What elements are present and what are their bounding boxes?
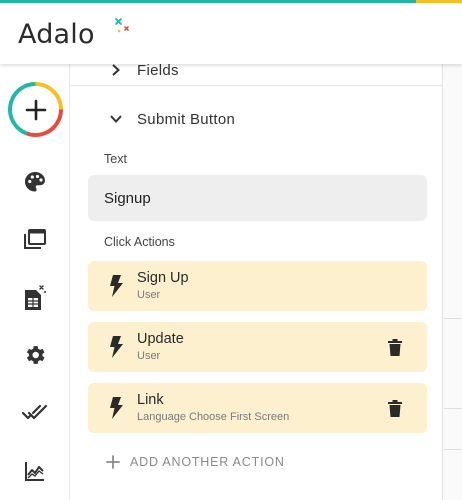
action-subtitle: Language Choose First Screen [137, 411, 290, 423]
add-button-inner [12, 86, 59, 133]
screens-icon [24, 229, 46, 249]
analytics-button[interactable] [21, 457, 49, 485]
submit-section-label: Submit Button [137, 110, 236, 128]
canvas-divider [444, 449, 462, 450]
component-properties-panel: Fields Submit Button Text Signup Click A… [71, 61, 443, 500]
database-icon [25, 285, 46, 310]
chevron-right-icon [112, 64, 120, 76]
trash-icon[interactable] [388, 400, 402, 417]
click-actions-label: Click Actions [104, 235, 175, 249]
action-card-sign-up[interactable]: Sign Up User [88, 261, 427, 311]
action-title: Sign Up [137, 270, 189, 286]
action-card-update[interactable]: Update User [88, 322, 427, 372]
fields-section-label: Fields [137, 61, 179, 79]
text-field-label: Text [104, 152, 127, 166]
left-rail [0, 64, 70, 500]
plus-icon [106, 455, 120, 469]
lightning-icon [110, 336, 123, 358]
action-card-link[interactable]: Link Language Choose First Screen [88, 383, 427, 433]
action-subtitle: User [137, 289, 161, 301]
submit-button-section-header[interactable]: Submit Button [71, 104, 443, 134]
publish-button[interactable] [21, 398, 49, 426]
app-header: Adalo [0, 3, 462, 64]
palette-icon [25, 172, 45, 192]
double-check-icon [22, 404, 48, 420]
gear-icon [26, 346, 45, 364]
database-button[interactable] [21, 284, 49, 312]
chevron-down-icon [110, 115, 122, 123]
section-divider [71, 85, 443, 86]
button-text-input[interactable]: Signup [88, 175, 427, 221]
add-action-label: ADD ANOTHER ACTION [130, 455, 285, 469]
settings-button[interactable] [21, 341, 49, 369]
canvas-divider [444, 318, 462, 319]
analytics-icon [25, 462, 44, 481]
branding-button[interactable] [21, 168, 49, 196]
lightning-icon [110, 397, 123, 419]
canvas-divider [444, 408, 462, 409]
add-component-button[interactable] [8, 82, 63, 137]
screens-button[interactable] [21, 225, 49, 253]
button-text-value: Signup [104, 189, 151, 207]
action-title: Update [137, 331, 184, 347]
logo-text: Adalo [18, 18, 95, 50]
action-title: Link [137, 392, 164, 408]
action-subtitle: User [137, 350, 161, 362]
plus-icon [25, 99, 46, 120]
sparkle-icon [115, 18, 129, 33]
lightning-icon [110, 275, 123, 297]
adalo-logo[interactable]: Adalo [18, 16, 129, 52]
canvas-gutter [444, 64, 462, 500]
add-another-action-button[interactable]: ADD ANOTHER ACTION [106, 452, 285, 472]
trash-icon[interactable] [388, 339, 402, 356]
